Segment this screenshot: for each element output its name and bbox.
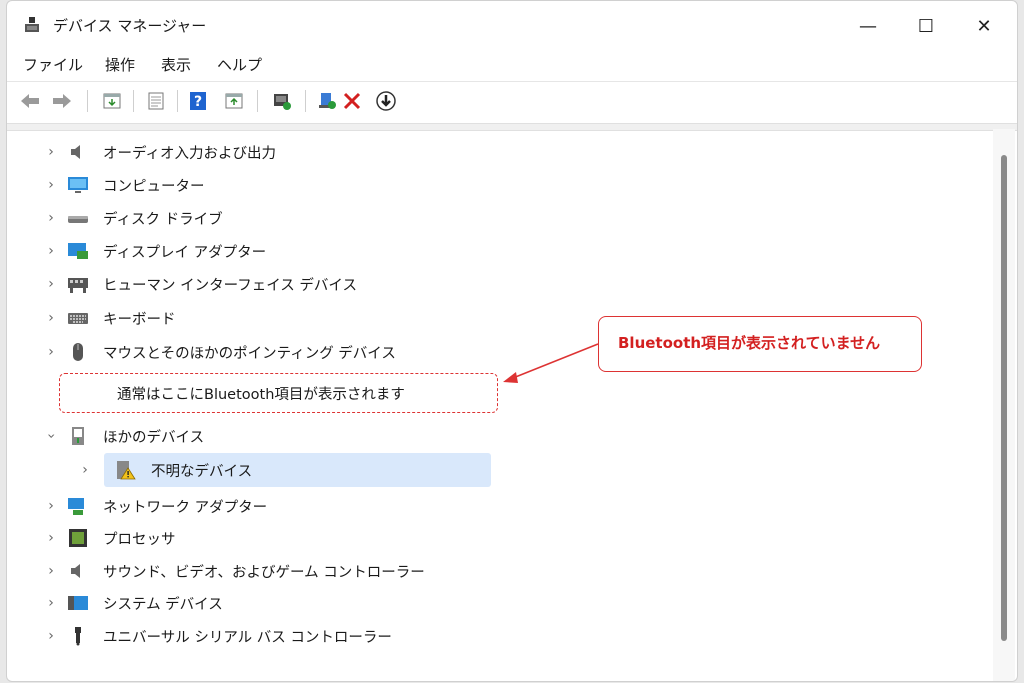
title-bar[interactable]: デバイス マネージャー — ☐ ✕ xyxy=(7,1,1017,49)
network-icon xyxy=(68,498,84,515)
tree-item-label: キーボード xyxy=(103,311,176,328)
tree-item-label: プロセッサ xyxy=(103,531,176,548)
processor-icon xyxy=(69,529,87,547)
speaker-icon xyxy=(71,145,80,159)
chevron-right-icon[interactable]: › xyxy=(43,498,59,514)
menu-action[interactable]: 操作 xyxy=(105,54,135,75)
tree-item-label: サウンド、ビデオ、およびゲーム コントローラー xyxy=(103,564,425,581)
tree-item-usb-controllers[interactable]: › ユニバーサル シリアル バス コントローラー xyxy=(7,621,987,651)
unknown-device-warning-icon xyxy=(117,461,136,480)
chevron-right-icon[interactable]: › xyxy=(43,310,59,326)
menu-view[interactable]: 表示 xyxy=(161,54,191,75)
mouse-icon xyxy=(73,343,83,361)
chevron-right-icon[interactable]: › xyxy=(43,210,59,226)
tree-item-label: ディスク ドライブ xyxy=(103,211,223,228)
tree-item-system-devices[interactable]: › システム デバイス xyxy=(7,588,987,618)
uninstall-device-icon[interactable] xyxy=(315,88,341,114)
tree-item-disk-drives[interactable]: › ディスク ドライブ xyxy=(7,203,987,233)
tree-item-processors[interactable]: › プロセッサ xyxy=(7,523,987,553)
chevron-right-icon[interactable]: › xyxy=(43,628,59,644)
forward-arrow-icon[interactable] xyxy=(49,88,75,114)
other-device-icon xyxy=(72,427,84,445)
chevron-right-icon[interactable]: › xyxy=(43,177,59,193)
menu-help[interactable]: ヘルプ xyxy=(217,54,262,75)
tree-item-label: ディスプレイ アダプター xyxy=(103,244,267,261)
tree-item-hid[interactable]: › ヒューマン インターフェイス デバイス xyxy=(7,269,987,299)
bluetooth-placeholder-text: 通常はここにBluetooth項目が表示されます xyxy=(117,387,405,403)
keyboard-icon xyxy=(68,313,88,324)
tree-item-label: ユニバーサル シリアル バス コントローラー xyxy=(103,629,392,646)
properties-icon[interactable] xyxy=(99,88,125,114)
tree-item-label: システム デバイス xyxy=(103,596,223,613)
tree-item-network-adapters[interactable]: › ネットワーク アダプター xyxy=(7,491,987,521)
remove-x-icon[interactable] xyxy=(339,88,365,114)
window-title: デバイス マネージャー xyxy=(53,17,207,35)
tree-item-label: コンピューター xyxy=(103,178,205,195)
menu-bar: ファイル 操作 表示 ヘルプ xyxy=(7,49,1017,79)
tree-item-computer[interactable]: › コンピューター xyxy=(7,170,987,200)
menu-file[interactable]: ファイル xyxy=(23,54,83,75)
chevron-down-icon[interactable]: › xyxy=(43,428,59,444)
device-manager-app-icon xyxy=(25,17,39,32)
speaker-icon xyxy=(71,564,80,578)
chevron-right-icon[interactable]: › xyxy=(43,276,59,292)
hid-icon xyxy=(68,278,88,293)
tree-item-label: マウスとそのほかのポインティング デバイス xyxy=(103,345,396,362)
chevron-right-icon[interactable]: › xyxy=(43,344,59,360)
display-adapter-icon[interactable] xyxy=(269,88,295,114)
annotation-note-text: Bluetooth項目が表示されていません xyxy=(618,334,881,352)
display-adapter-icon xyxy=(68,243,88,259)
toolbar-separator xyxy=(305,90,306,112)
tree-item-label: ほかのデバイス xyxy=(103,429,205,446)
chevron-right-icon[interactable]: › xyxy=(43,530,59,546)
toolbar-separator xyxy=(87,90,88,112)
system-icon xyxy=(68,596,88,610)
tree-item-sound-video-game[interactable]: › サウンド、ビデオ、およびゲーム コントローラー xyxy=(7,556,987,586)
chevron-right-icon[interactable]: › xyxy=(77,462,93,478)
toolbar-separator xyxy=(257,90,258,112)
usb-icon xyxy=(75,627,81,646)
tree-item-audio[interactable]: › オーディオ入力および出力 xyxy=(7,137,987,167)
chevron-right-icon[interactable]: › xyxy=(43,243,59,259)
toolbar: ? xyxy=(7,81,1017,120)
tree-item-label: 不明なデバイス xyxy=(151,463,253,480)
tree-item-label: ヒューマン インターフェイス デバイス xyxy=(103,277,357,294)
minimize-button[interactable]: — xyxy=(845,11,891,41)
download-icon[interactable] xyxy=(373,88,399,114)
chevron-right-icon[interactable]: › xyxy=(43,563,59,579)
tree-item-other-devices[interactable]: › ほかのデバイス xyxy=(7,421,987,451)
device-manager-window: デバイス マネージャー — ☐ ✕ ファイル 操作 表示 ヘルプ ? › オーデ… xyxy=(6,0,1018,682)
chevron-right-icon[interactable]: › xyxy=(43,144,59,160)
vertical-scrollbar[interactable] xyxy=(993,129,1015,681)
help-icon[interactable]: ? xyxy=(185,88,211,114)
disk-drive-icon xyxy=(68,216,88,223)
scrollbar-thumb[interactable] xyxy=(1001,155,1007,641)
monitor-icon xyxy=(68,177,88,193)
toolbar-content-divider xyxy=(7,123,1017,131)
chevron-right-icon[interactable]: › xyxy=(43,595,59,611)
tree-item-label: ネットワーク アダプター xyxy=(103,499,268,516)
close-button[interactable]: ✕ xyxy=(961,11,1007,41)
tree-item-display-adapters[interactable]: › ディスプレイ アダプター xyxy=(7,236,987,266)
svg-text:?: ? xyxy=(194,94,202,110)
maximize-button[interactable]: ☐ xyxy=(903,11,949,41)
tree-item-unknown-device[interactable]: › 不明なデバイス xyxy=(7,455,987,485)
tree-item-label: オーディオ入力および出力 xyxy=(103,145,276,162)
update-driver-icon[interactable] xyxy=(143,88,169,114)
toolbar-separator xyxy=(177,90,178,112)
back-arrow-icon[interactable] xyxy=(17,88,43,114)
toolbar-separator xyxy=(133,90,134,112)
scan-hardware-icon[interactable] xyxy=(221,88,247,114)
